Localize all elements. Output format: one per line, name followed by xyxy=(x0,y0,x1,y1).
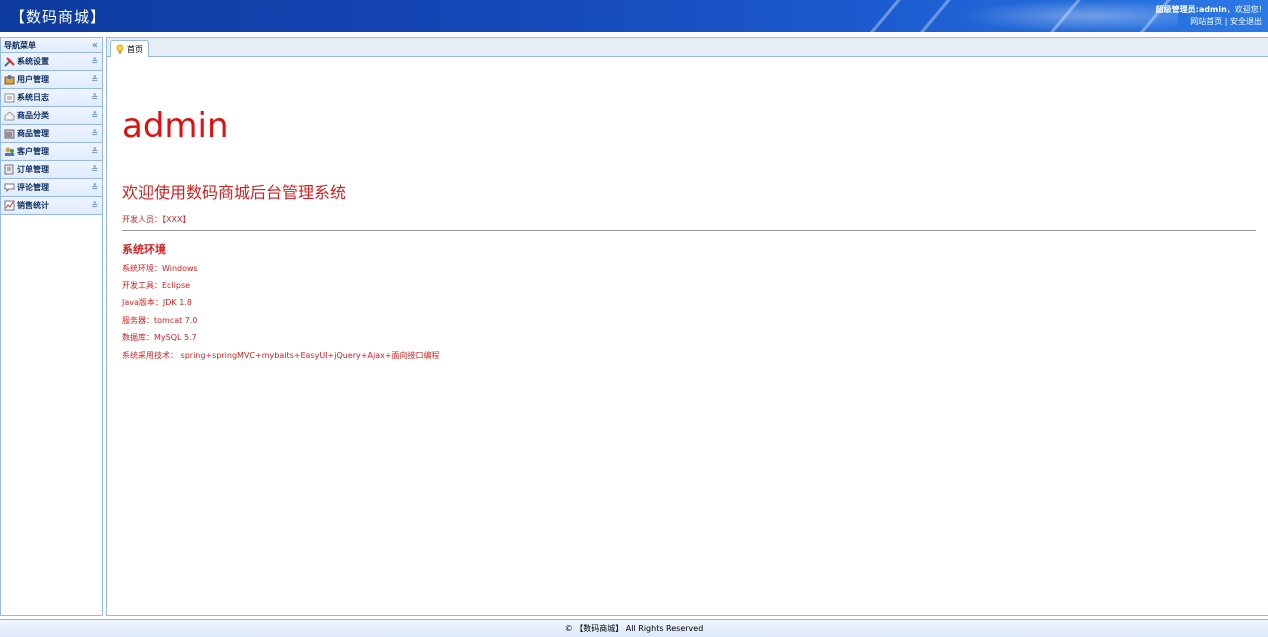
chevron-down-icon: ≚ xyxy=(91,165,98,174)
sidebar-item-users[interactable]: 用户管理 ≚ xyxy=(1,71,102,89)
divider xyxy=(122,230,1256,231)
user-area: 超级管理员:admin，欢迎您! 网站首页 | 安全退出 xyxy=(1156,4,1262,28)
greeting-user: admin xyxy=(1198,5,1227,14)
log-icon xyxy=(4,92,15,103)
header-links: 网站首页 | 安全退出 xyxy=(1156,16,1262,28)
sidebar-item-comments[interactable]: 评论管理 ≚ xyxy=(1,179,102,197)
link-separator: | xyxy=(1222,17,1230,26)
main-panel: 首页 admin 欢迎使用数码商城后台管理系统 开发人员：【XXX】 系统环境 … xyxy=(106,37,1268,616)
chevron-down-icon: ≚ xyxy=(91,57,98,66)
chevron-down-icon: ≚ xyxy=(91,93,98,102)
sidebar-item-label: 商品管理 xyxy=(17,129,49,138)
tab-label: 首页 xyxy=(127,44,143,54)
chevron-down-icon: ≚ xyxy=(91,111,98,120)
sidebar-item-label: 评论管理 xyxy=(17,183,49,192)
logout-link[interactable]: 安全退出 xyxy=(1230,17,1262,26)
order-icon xyxy=(4,164,15,175)
chevron-down-icon: ≚ xyxy=(91,75,98,84)
greeting: 超级管理员:admin，欢迎您! xyxy=(1156,4,1262,16)
product-icon xyxy=(4,128,15,139)
greeting-role: 超级管理员: xyxy=(1155,5,1199,14)
collapse-sidebar-icon[interactable]: « xyxy=(92,40,98,51)
copyright-text: © 【数码商城】 All Rights Reserved xyxy=(564,624,704,633)
sidebar-header: 导航菜单 « xyxy=(1,38,102,53)
big-username: admin xyxy=(122,106,229,146)
env-os: 系统环境：Windows xyxy=(122,264,198,273)
bulb-icon xyxy=(116,44,124,54)
comment-icon xyxy=(4,182,15,193)
sidebar-item-label: 订单管理 xyxy=(17,165,49,174)
developer-line: 开发人员：【XXX】 xyxy=(122,215,191,224)
chevron-down-icon: ≚ xyxy=(91,183,98,192)
chart-icon xyxy=(4,200,15,211)
tab-bar: 首页 xyxy=(107,38,1268,57)
env-server: 服务器：tomcat 7.0 xyxy=(122,316,198,325)
sidebar-item-product-management[interactable]: 商品管理 ≚ xyxy=(1,125,102,143)
sidebar-item-label: 系统设置 xyxy=(17,57,49,66)
sidebar-item-orders[interactable]: 订单管理 ≚ xyxy=(1,161,102,179)
chevron-down-icon: ≚ xyxy=(91,201,98,210)
sidebar-title: 导航菜单 xyxy=(4,40,36,50)
sidebar-item-label: 客户管理 xyxy=(17,147,49,156)
nav-sidebar: 导航菜单 « 系统设置 ≚ 用户管理 ≚ 系统日志 ≚ 商品分类 ≚ 商品管理 … xyxy=(0,37,103,616)
chevron-down-icon: ≚ xyxy=(91,129,98,138)
env-ide: 开发工具：Eclipse xyxy=(122,281,191,290)
app-title: 【数码商城】 xyxy=(10,8,107,26)
greeting-suffix: ，欢迎您! xyxy=(1226,5,1262,14)
sidebar-item-system-settings[interactable]: 系统设置 ≚ xyxy=(1,53,102,71)
env-tech: 系统采用技术： spring+springMVC+mybaits+EasyUI+… xyxy=(122,351,440,360)
header-glow xyxy=(958,0,1178,32)
header-decoration xyxy=(904,0,960,32)
header-decoration xyxy=(854,0,910,32)
category-icon xyxy=(4,110,15,121)
welcome-heading: 欢迎使用数码商城后台管理系统 xyxy=(122,183,347,202)
sidebar-item-customers[interactable]: 客户管理 ≚ xyxy=(1,143,102,161)
sidebar-item-label: 用户管理 xyxy=(17,75,49,84)
sidebar-item-label: 系统日志 xyxy=(17,93,49,102)
home-link[interactable]: 网站首页 xyxy=(1190,17,1222,26)
tab-home[interactable]: 首页 xyxy=(110,40,149,57)
chevron-down-icon: ≚ xyxy=(91,147,98,156)
sidebar-item-sales-stats[interactable]: 销售统计 ≚ xyxy=(1,197,102,215)
top-header: 【数码商城】 超级管理员:admin，欢迎您! 网站首页 | 安全退出 xyxy=(0,0,1268,32)
sidebar-item-product-category[interactable]: 商品分类 ≚ xyxy=(1,107,102,125)
env-title: 系统环境 xyxy=(122,243,166,256)
users-icon xyxy=(4,74,15,85)
sidebar-item-label: 商品分类 xyxy=(17,111,49,120)
customer-icon xyxy=(4,146,15,157)
env-java: Java版本：JDK 1.8 xyxy=(122,298,192,307)
sidebar-item-system-log[interactable]: 系统日志 ≚ xyxy=(1,89,102,107)
sidebar-item-label: 销售统计 xyxy=(17,201,49,210)
tools-icon xyxy=(4,56,15,67)
env-database: 数据库：MySQL 5.7 xyxy=(122,333,197,342)
footer: © 【数码商城】 All Rights Reserved xyxy=(0,619,1268,637)
